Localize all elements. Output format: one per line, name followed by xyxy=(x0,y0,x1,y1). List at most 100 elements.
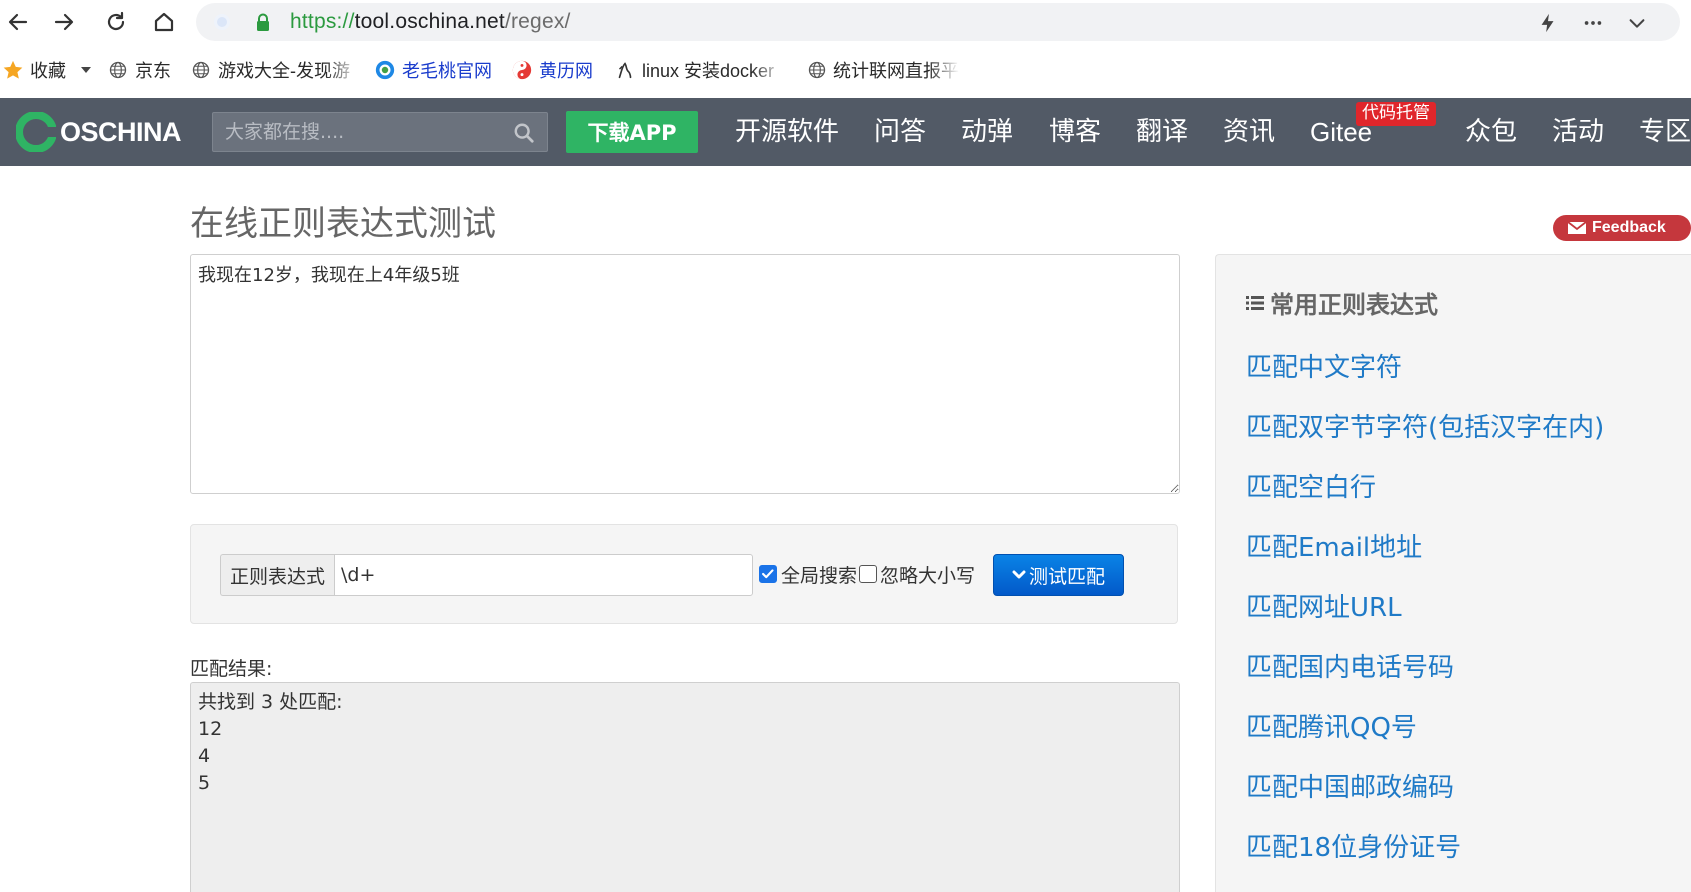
common-regex-sidebar: 常用正则表达式 匹配中文字符 匹配双字节字符(包括汉字在内) 匹配空白行 匹配E… xyxy=(1215,254,1691,892)
more-options-button[interactable] xyxy=(1580,10,1606,36)
bookmark-label: 收藏 xyxy=(30,61,66,81)
test-text-textarea[interactable]: 我现在12岁，我现在上4年级5班 xyxy=(190,254,1180,494)
forward-button[interactable] xyxy=(46,4,82,40)
link-email[interactable]: 匹配Email地址 xyxy=(1246,533,1422,563)
oschina-logo[interactable]: OSCHINA xyxy=(16,112,182,152)
bookmark-stats[interactable]: 统计联网直报平 xyxy=(807,57,959,83)
test-match-button[interactable]: 测试匹配 xyxy=(993,554,1124,596)
nav-crowdsourcing[interactable]: 众包 xyxy=(1465,112,1517,152)
bookmark-laomaotao[interactable]: 老毛桃官网 xyxy=(374,57,492,83)
nav-zones[interactable]: 专区 xyxy=(1639,112,1691,152)
tux-icon xyxy=(614,59,636,81)
feedback-label: Feedback xyxy=(1592,219,1666,236)
list-icon xyxy=(1246,295,1264,310)
bookmark-label: linux 安装docker xyxy=(642,61,775,81)
ignore-case-label[interactable]: 忽略大小写 xyxy=(880,561,975,588)
link-chinese-chars[interactable]: 匹配中文字符 xyxy=(1246,353,1402,383)
bookmark-jd[interactable]: 京东 xyxy=(107,57,171,83)
feedback-button[interactable]: Feedback xyxy=(1553,215,1691,241)
browser-toolbar: https://tool.oschina.net/regex/ xyxy=(0,0,1691,44)
back-arrow-icon xyxy=(8,13,28,31)
envelope-icon xyxy=(1567,221,1587,234)
oschina-c-icon xyxy=(16,112,56,152)
nav-open-source[interactable]: 开源软件 xyxy=(735,112,839,152)
regex-input[interactable] xyxy=(334,554,753,596)
url-path: /regex/ xyxy=(504,10,571,33)
test-match-label: 测试匹配 xyxy=(1028,565,1105,588)
laomaotao-icon xyxy=(374,59,396,81)
chevron-down-icon xyxy=(1012,570,1026,579)
nav-blog[interactable]: 博客 xyxy=(1049,112,1101,152)
list-item: 匹配腾讯QQ号 xyxy=(1246,707,1604,767)
bookmark-label: 游戏大全-发现游 xyxy=(218,61,350,81)
bookmark-label: 老毛桃官网 xyxy=(402,61,492,81)
link-id-card[interactable]: 匹配18位身份证号 xyxy=(1246,833,1461,863)
globe-icon xyxy=(190,59,212,81)
list-item: 匹配18位身份证号 xyxy=(1246,827,1604,887)
list-item: 匹配Email地址 xyxy=(1246,527,1604,587)
result-label: 匹配结果: xyxy=(190,658,273,680)
link-double-byte-chars[interactable]: 匹配双字节字符(包括汉字在内) xyxy=(1246,413,1604,443)
bookmark-label: 京东 xyxy=(135,61,171,81)
nav-translate[interactable]: 翻译 xyxy=(1136,112,1188,152)
list-item: 匹配双字节字符(包括汉字在内) xyxy=(1246,407,1604,467)
global-search-checkbox[interactable] xyxy=(759,565,777,583)
bookmark-games[interactable]: 游戏大全-发现游 xyxy=(190,57,360,83)
lightning-icon xyxy=(1541,13,1554,33)
reload-button[interactable] xyxy=(98,4,134,40)
bookmarks-bar: 收藏 京东 游戏大全-发现游 老毛桃官网 黄历网 linux 安装docker xyxy=(0,44,1691,96)
link-blank-line[interactable]: 匹配空白行 xyxy=(1246,473,1376,503)
logo-text: OSCHINA xyxy=(60,116,182,147)
url-text[interactable]: https://tool.oschina.net/regex/ xyxy=(290,10,571,34)
bookmark-linux-docker[interactable]: linux 安装docker xyxy=(614,57,786,83)
page-title: 在线正则表达式测试 xyxy=(190,204,496,244)
more-dots-icon xyxy=(1584,21,1602,25)
checkmark-icon xyxy=(762,569,774,579)
chevron-down-icon xyxy=(1629,19,1645,28)
nav-qa[interactable]: 问答 xyxy=(874,112,926,152)
link-postcode[interactable]: 匹配中国邮政编码 xyxy=(1246,773,1454,803)
forward-arrow-icon xyxy=(54,13,74,31)
address-bar[interactable]: https://tool.oschina.net/regex/ xyxy=(196,3,1680,41)
bookmark-huangli[interactable]: 黄历网 xyxy=(511,57,593,83)
bookmark-label: 黄历网 xyxy=(539,61,593,81)
download-app-button[interactable]: 下载APP xyxy=(566,111,698,153)
sidebar-links: 匹配中文字符 匹配双字节字符(包括汉字在内) 匹配空白行 匹配Email地址 匹… xyxy=(1246,347,1604,887)
star-icon xyxy=(2,59,24,81)
ignore-case-checkbox[interactable] xyxy=(859,565,877,583)
regex-panel: 正则表达式 全局搜索 忽略大小写 测试匹配 xyxy=(190,524,1178,624)
nav-events[interactable]: 活动 xyxy=(1552,112,1604,152)
list-item: 匹配网址URL xyxy=(1246,587,1604,647)
list-item: 匹配中国邮政编码 xyxy=(1246,767,1604,827)
back-button[interactable] xyxy=(0,4,36,40)
link-url[interactable]: 匹配网址URL xyxy=(1246,593,1402,623)
site-info-icon[interactable] xyxy=(214,14,230,30)
url-host: tool.oschina.net xyxy=(354,10,505,33)
home-button[interactable] xyxy=(146,4,182,40)
search-icon[interactable] xyxy=(513,122,535,144)
result-match: 5 xyxy=(198,772,211,794)
site-nav: OSCHINA 下载APP 开源软件 问答 动弹 博客 翻译 资讯 Gitee … xyxy=(0,98,1691,166)
nav-news[interactable]: 资讯 xyxy=(1223,112,1275,152)
url-scheme: https:// xyxy=(290,10,355,33)
link-qq[interactable]: 匹配腾讯QQ号 xyxy=(1246,713,1417,743)
result-match: 4 xyxy=(198,745,211,767)
result-match: 12 xyxy=(198,718,223,740)
link-phone[interactable]: 匹配国内电话号码 xyxy=(1246,653,1454,683)
result-summary: 共找到 3 处匹配: xyxy=(198,691,343,713)
global-search-label[interactable]: 全局搜索 xyxy=(781,561,857,588)
nav-tweets[interactable]: 动弹 xyxy=(961,112,1013,152)
list-item: 匹配空白行 xyxy=(1246,467,1604,527)
site-search-input[interactable] xyxy=(213,113,503,151)
globe-icon xyxy=(107,59,129,81)
bookmark-label: 统计联网直报平 xyxy=(833,61,959,81)
dropdown-button[interactable] xyxy=(1624,10,1650,36)
result-box[interactable]: 共找到 3 处匹配: 12 4 5 xyxy=(190,682,1180,892)
bookmark-favorites[interactable]: 收藏 xyxy=(2,57,92,83)
caret-down-icon[interactable] xyxy=(80,64,92,76)
list-item: 匹配国内电话号码 xyxy=(1246,647,1604,707)
regex-addon-label: 正则表达式 xyxy=(220,554,334,596)
lightning-button[interactable] xyxy=(1535,10,1561,36)
huangli-icon xyxy=(511,59,533,81)
gitee-badge: 代码托管 xyxy=(1356,102,1436,126)
